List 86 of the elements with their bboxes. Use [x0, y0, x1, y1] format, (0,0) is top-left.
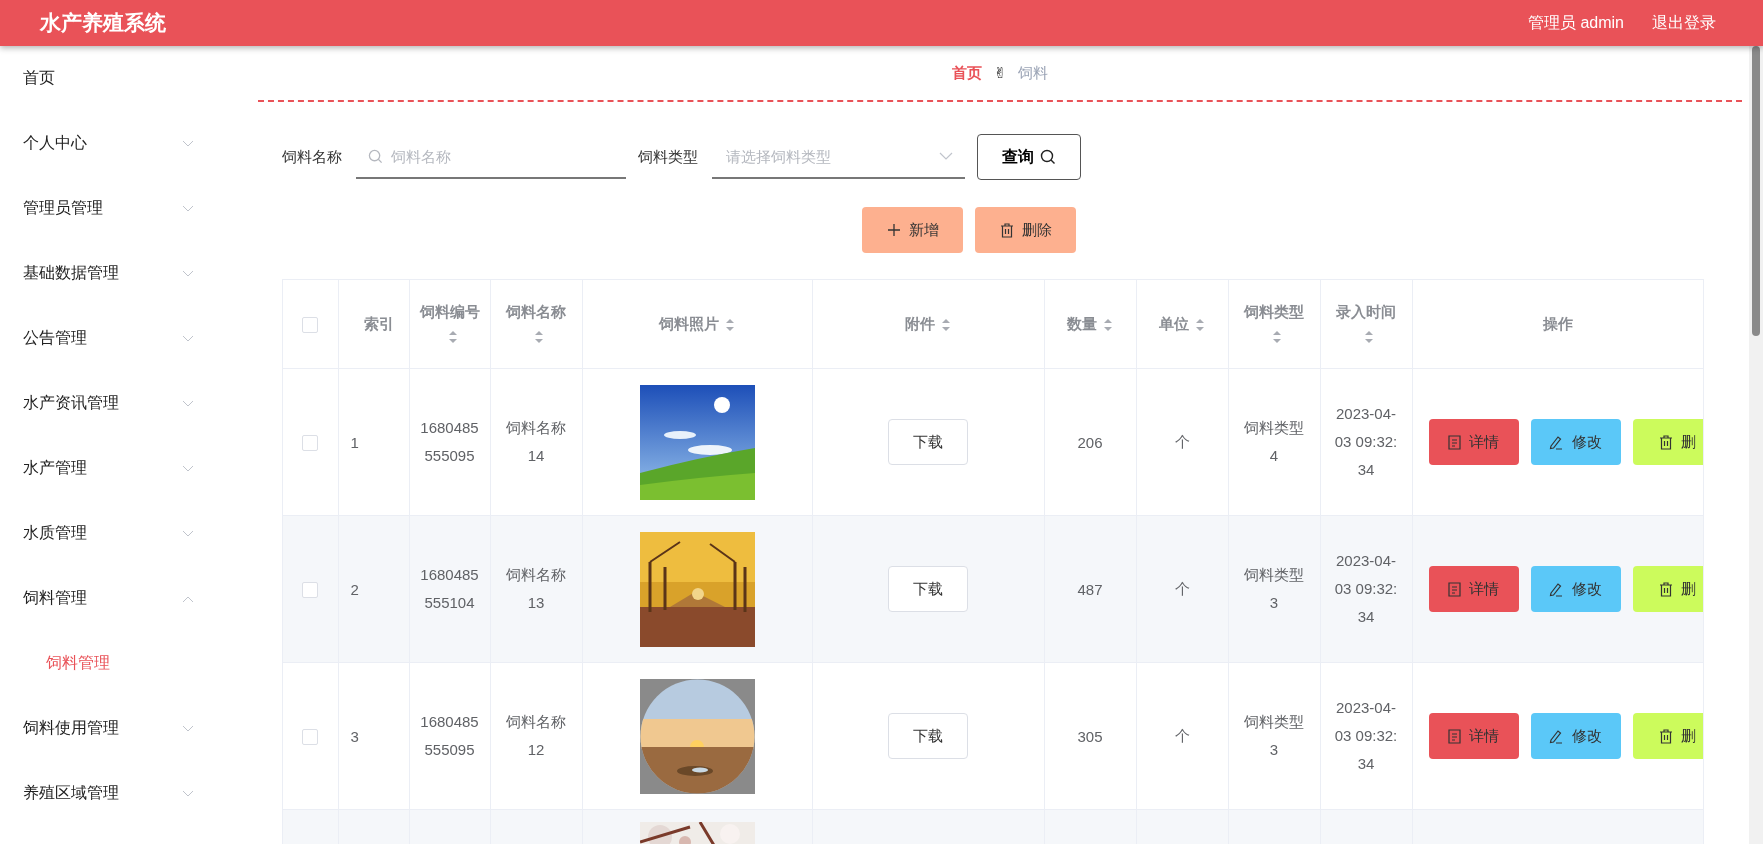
delete-button[interactable]: 删 — [1632, 713, 1703, 760]
filter-label: 饲料名称 — [282, 147, 342, 167]
breadcrumb-separator: ✌ — [993, 64, 1007, 82]
search-icon — [368, 148, 383, 164]
delete-button[interactable]: 删 — [1632, 419, 1703, 466]
document-icon — [1448, 728, 1461, 744]
sidebar-item[interactable]: 管理员管理 — [0, 176, 230, 241]
trash-icon — [999, 222, 1014, 238]
pencil-icon — [1549, 434, 1564, 450]
checkbox[interactable] — [302, 582, 319, 599]
download-button[interactable]: 下载 — [888, 566, 968, 613]
sort-icon[interactable] — [1103, 318, 1113, 333]
sort-icon[interactable] — [1364, 330, 1374, 345]
column-header: 操作 — [1542, 314, 1573, 335]
trash-icon — [1659, 434, 1673, 450]
sort-icon[interactable] — [1195, 318, 1205, 333]
sort-icon[interactable] — [725, 318, 735, 333]
sidebar-subitem[interactable]: 饲料管理 — [0, 631, 230, 696]
add-button[interactable]: 新增 — [862, 207, 963, 254]
select-field[interactable]: 请选择饲料类型 — [724, 146, 933, 166]
table-cell: 2 — [350, 580, 359, 598]
table-cell-text: 饲料类型3 — [1243, 565, 1305, 614]
checkbox[interactable] — [302, 729, 319, 746]
download-button[interactable]: 下载 — [888, 713, 968, 760]
plus-icon — [886, 223, 901, 238]
sidebar-item[interactable]: 水质管理 — [0, 501, 230, 566]
table-cell: 1 — [350, 433, 359, 451]
sort-icon[interactable] — [941, 318, 951, 333]
sidebar-item[interactable]: 首页 — [0, 46, 230, 111]
app-title: 水产养殖系统 — [40, 10, 167, 36]
download-button[interactable]: 下载 — [888, 419, 968, 466]
checkbox[interactable] — [302, 317, 319, 334]
table-cell-text: 饲料名称14 — [505, 418, 567, 467]
detail-button[interactable]: 详情 — [1428, 419, 1519, 466]
delete-button[interactable]: 删 — [1632, 566, 1703, 613]
table-cell: 206 — [1077, 433, 1103, 451]
scrollbar[interactable] — [1749, 46, 1763, 844]
sidebar-item[interactable]: 饲料使用管理 — [0, 696, 230, 761]
sidebar-item[interactable]: 基础数据管理 — [0, 241, 230, 306]
delete-button[interactable]: 删除 — [975, 207, 1076, 254]
table-cell: 3 — [350, 727, 359, 745]
table-cell-text: 饲料类型4 — [1243, 418, 1305, 467]
search-field[interactable]: 饲料名称 — [389, 146, 614, 166]
document-icon — [1448, 434, 1461, 450]
search-icon — [1040, 149, 1056, 166]
sidebar-item[interactable]: 养殖区域管理 — [0, 761, 230, 826]
table-cell-text: 2023-04-03 09:32:34 — [1334, 551, 1398, 628]
column-header: 索引 — [362, 314, 395, 335]
edit-button[interactable]: 修改 — [1530, 419, 1621, 466]
table-cell-text: 2023-04-03 09:32:34 — [1334, 404, 1398, 481]
pencil-icon — [1549, 581, 1564, 597]
sidebar-item[interactable]: 公告管理 — [0, 306, 230, 371]
sidebar-item[interactable]: 水产资讯管理 — [0, 371, 230, 436]
trash-icon — [1659, 728, 1673, 744]
sort-icon[interactable] — [1272, 330, 1282, 345]
table-cell: 487 — [1077, 580, 1103, 598]
table-cell-text: 1680485555095 — [419, 712, 480, 761]
detail-button[interactable]: 详情 — [1428, 713, 1519, 760]
table-cell: 个 — [1174, 726, 1190, 744]
table-cell-text: 1680485555104 — [419, 565, 480, 614]
checkbox[interactable] — [302, 435, 319, 452]
table-cell-text: 2023-04-03 09:32:34 — [1334, 698, 1398, 775]
breadcrumb-link[interactable]: 首页 — [951, 63, 982, 83]
query-button[interactable]: 查询 — [977, 134, 1081, 181]
table-cell-text: 饲料名称13 — [505, 565, 567, 614]
sort-icon[interactable] — [447, 330, 458, 345]
table-cell: 个 — [1174, 579, 1190, 597]
filter-label: 饲料类型 — [638, 147, 698, 167]
sort-icon[interactable] — [534, 330, 544, 345]
sidebar-item[interactable]: 个人中心 — [0, 111, 230, 176]
table-cell: 个 — [1174, 432, 1190, 450]
table-cell: 305 — [1077, 727, 1103, 745]
detail-button[interactable]: 详情 — [1428, 566, 1519, 613]
table-cell-text: 1680485555095 — [419, 418, 480, 467]
edit-button[interactable]: 修改 — [1530, 713, 1621, 760]
trash-icon — [1659, 581, 1673, 597]
sidebar-item[interactable]: 饲料管理 — [0, 566, 230, 631]
document-icon — [1448, 581, 1461, 597]
table-cell-text: 饲料类型3 — [1243, 712, 1305, 761]
table-cell-text: 饲料名称12 — [505, 712, 567, 761]
logout-link[interactable]: 退出登录 — [1652, 12, 1716, 34]
sidebar-item[interactable]: 水产管理 — [0, 436, 230, 501]
pencil-icon — [1549, 728, 1564, 744]
chevron-icon — [939, 152, 953, 161]
edit-button[interactable]: 修改 — [1530, 566, 1621, 613]
user-label: 管理员 admin — [1527, 12, 1624, 33]
